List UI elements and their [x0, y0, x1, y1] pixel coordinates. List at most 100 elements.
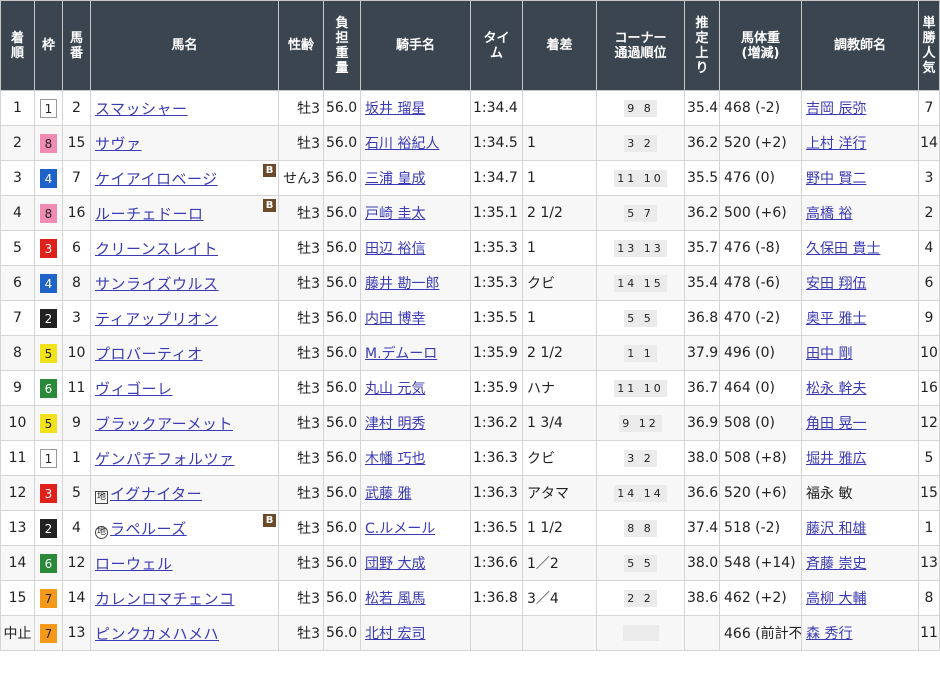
- horse-name-cell: ヴィゴーレ: [90, 370, 279, 406]
- finish-time: 1:35.9: [473, 380, 518, 396]
- jockey-link[interactable]: 津村 明秀: [365, 416, 425, 432]
- local-horse-mark-icon: 地: [95, 490, 109, 504]
- waku-badge: 1: [40, 98, 57, 118]
- horse-name-link[interactable]: ピンクカメハメハ: [95, 625, 219, 643]
- corner-positions: 5 5: [624, 554, 657, 572]
- horse-name-link[interactable]: ヴィゴーレ: [95, 380, 173, 398]
- jockey-link[interactable]: M.デムーロ: [365, 346, 437, 362]
- trainer-link[interactable]: 堀井 雅広: [806, 451, 866, 467]
- jockey-link[interactable]: 坂井 瑠星: [365, 101, 425, 117]
- finish-time: 1:34.7: [473, 170, 518, 186]
- jockey-link[interactable]: 内田 博幸: [365, 311, 425, 327]
- horse-name-link[interactable]: ラペルーズ: [110, 520, 187, 538]
- horse-name-link[interactable]: プロバーティオ: [95, 345, 203, 363]
- time-cell: 1:36.3: [470, 440, 523, 476]
- popularity: 8: [924, 590, 934, 606]
- margin-cell: 2 1/2: [522, 335, 597, 371]
- horse-name-link[interactable]: ゲンパチフォルツァ: [95, 450, 235, 468]
- trainer-link[interactable]: 上村 洋行: [806, 136, 866, 152]
- corner-cell: 3 2: [596, 125, 685, 161]
- horse-name-link[interactable]: カレンロマチェンコ: [95, 590, 235, 608]
- waku-badge: 5: [40, 343, 57, 363]
- time-cell: 1:36.8: [470, 580, 523, 616]
- horse-name-link[interactable]: サンライズウルス: [95, 275, 219, 293]
- sex-age-cell: 牡3: [278, 615, 324, 651]
- time-cell: 1:36.2: [470, 405, 523, 441]
- popularity-cell: 12: [918, 405, 940, 441]
- last-3f: 35.7: [687, 240, 719, 256]
- horse-name-cell: プロバーティオ: [90, 335, 279, 371]
- last-3f-cell: 36.2: [684, 195, 720, 231]
- trainer-link[interactable]: 高柳 大輔: [806, 591, 866, 607]
- jockey-link[interactable]: 丸山 元気: [365, 381, 425, 397]
- trainer-link[interactable]: 高橋 裕: [806, 206, 852, 222]
- jockey-cell: 藤井 勘一郎: [360, 265, 471, 301]
- trainer-link[interactable]: 安田 翔伍: [806, 276, 866, 292]
- jockey-link[interactable]: 木幡 巧也: [365, 451, 425, 467]
- horse-name-link[interactable]: スマッシャー: [95, 100, 188, 118]
- jockey-link[interactable]: 田辺 裕信: [365, 241, 425, 257]
- weight-cell: 56.0: [323, 475, 361, 511]
- margin-cell: 1 1/2: [522, 510, 597, 546]
- trainer-link[interactable]: 斉藤 崇史: [806, 556, 866, 572]
- table-row: 4 8 16 ルーチェドーロ B 牡3 56.0 戸崎 圭太 1:35.1 2 1/2 5 7 36.…: [0, 195, 940, 231]
- weight-cell: 56.0: [323, 300, 361, 336]
- trainer-link[interactable]: 久保田 貴士: [806, 241, 880, 257]
- jockey-link[interactable]: 戸崎 圭太: [365, 206, 425, 222]
- rank-value: 15: [8, 590, 27, 606]
- jockey-link[interactable]: 武藤 雅: [365, 486, 411, 502]
- table-row: 3 4 7 ケイアイロベージ B せん3 56.0 三浦 皇成 1:34.7 1 11 10 35.5…: [0, 160, 940, 196]
- margin-value: ハナ: [527, 381, 555, 397]
- sex-age: 牡3: [297, 486, 320, 502]
- margin-value: 1: [527, 170, 536, 186]
- horse-name-link[interactable]: サヴァ: [95, 135, 142, 153]
- trainer-link[interactable]: 田中 剛: [806, 346, 852, 362]
- jockey-link[interactable]: 石川 裕紀人: [365, 136, 439, 152]
- margin-value: 1: [527, 135, 536, 151]
- trainer-link[interactable]: 吉岡 辰弥: [806, 101, 866, 117]
- last-3f-cell: 36.9: [684, 405, 720, 441]
- horse-name-link[interactable]: ケイアイロベージ: [95, 170, 218, 188]
- last-3f-cell: [684, 615, 720, 651]
- jockey-link[interactable]: 三浦 皇成: [365, 171, 425, 187]
- last-3f-cell: 35.7: [684, 230, 720, 266]
- horse-name-link[interactable]: ブラックアーメット: [95, 415, 233, 433]
- blinker-icon: B: [263, 199, 276, 212]
- trainer-link[interactable]: 松永 幹夫: [806, 381, 866, 397]
- body-weight-cell: 464 (0): [719, 370, 802, 406]
- body-weight: 476 (-8): [724, 240, 781, 256]
- popularity-cell: 13: [918, 545, 940, 581]
- rank-cell: 12: [0, 475, 35, 511]
- horse-name-link[interactable]: ローウェル: [95, 555, 173, 573]
- popularity: 12: [920, 415, 938, 431]
- horse-name-link[interactable]: クリーンスレイト: [95, 240, 218, 258]
- corner-positions: 11 10: [614, 169, 667, 187]
- sex-age-cell: 牡3: [278, 300, 324, 336]
- body-weight-cell: 508 (+8): [719, 440, 802, 476]
- horse-name-link[interactable]: ティアップリオン: [95, 310, 218, 328]
- body-weight-cell: 520 (+6): [719, 475, 802, 511]
- horse-name-link[interactable]: イグナイター: [110, 485, 202, 503]
- margin-value: 1: [527, 310, 536, 326]
- jockey-link[interactable]: C.ルメール: [365, 521, 435, 537]
- trainer-link[interactable]: 藤沢 和雄: [806, 521, 866, 537]
- trainer-link[interactable]: 野中 賢二: [806, 171, 866, 187]
- corner-cell: [596, 615, 685, 651]
- jockey-link[interactable]: 団野 大成: [365, 556, 425, 572]
- horse-name-link[interactable]: ルーチェドーロ: [95, 205, 204, 223]
- jockey-link[interactable]: 松若 風馬: [365, 591, 425, 607]
- body-weight: 496 (0): [724, 345, 776, 361]
- horse-name-cell: スマッシャー: [90, 90, 279, 126]
- jockey-link[interactable]: 藤井 勘一郎: [365, 276, 439, 292]
- header-jockey: 騎手名: [360, 0, 471, 91]
- jockey-link[interactable]: 北村 宏司: [365, 626, 425, 642]
- jockey-cell: 石川 裕紀人: [360, 125, 471, 161]
- trainer-link[interactable]: 奥平 雅士: [806, 311, 866, 327]
- trainer-link[interactable]: 森 秀行: [806, 626, 852, 642]
- horse-number: 16: [67, 205, 86, 221]
- sex-age-cell: 牡3: [278, 545, 324, 581]
- corner-cell: 13 13: [596, 230, 685, 266]
- finish-time: 1:36.2: [473, 415, 518, 431]
- waku-cell: 2: [34, 510, 63, 546]
- trainer-link[interactable]: 角田 晃一: [806, 416, 866, 432]
